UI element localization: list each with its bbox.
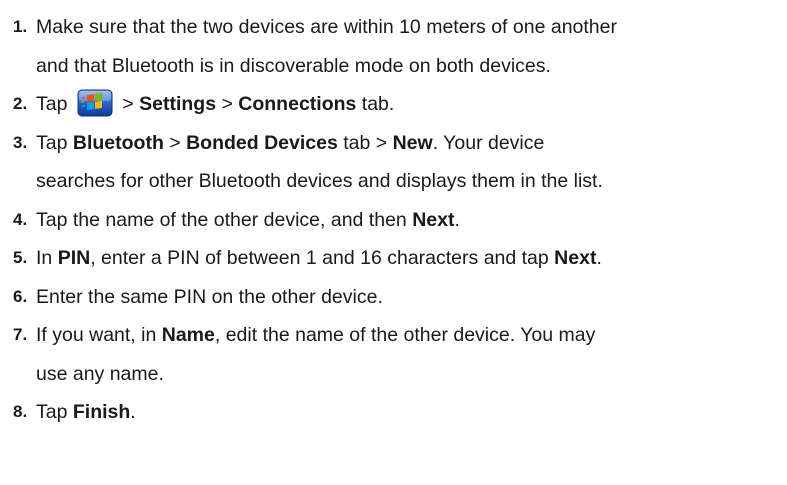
step-number: 4. (13, 209, 28, 229)
windows-start-icon (77, 89, 113, 117)
step-text: Tap (36, 93, 68, 115)
step-number: 1. (13, 17, 28, 36)
ui-term-next: Next (412, 208, 455, 231)
menu-path-settings: Settings (139, 93, 217, 115)
step-text: Enter the same PIN on the other device. (36, 285, 383, 308)
step-text: > (221, 93, 233, 115)
step-text: If you want, in (36, 324, 157, 346)
step-3: 3. Tap Bluetooth > Bonded Devices tab > … (13, 124, 787, 201)
step-text-line: Make sure that the two devices are withi… (36, 16, 617, 38)
step-text: , edit the name of the other device. You… (214, 324, 596, 346)
step-text: . Your device (432, 131, 545, 154)
menu-path-connections: Connections (238, 93, 357, 115)
menu-path-bonded-devices: Bonded Devices (186, 131, 338, 154)
step-6: 6. Enter the same PIN on the other devic… (13, 278, 787, 317)
step-number: 8. (13, 402, 28, 421)
step-text: Tap (36, 401, 68, 423)
ui-term-next: Next (554, 247, 597, 269)
step-2: 2. Tap > Settings > Connections tab. (13, 85, 787, 124)
step-text-line: and that Bluetooth is in discoverable mo… (36, 54, 551, 77)
step-number: 3. (13, 132, 28, 152)
step-text-line: If you want, in Name, edit the name of t… (36, 316, 787, 355)
step-number: 2. (13, 94, 28, 113)
instructions-list: 1. Make sure that the two devices are wi… (0, 0, 787, 485)
step-text: tab > (343, 131, 388, 154)
step-4: 4. Tap the name of the other device, and… (13, 201, 787, 240)
step-number: 6. (13, 286, 28, 306)
step-text: Tap the name of the other device, and th… (36, 208, 407, 231)
step-text: , enter a PIN of between 1 and 16 charac… (90, 247, 549, 269)
step-number: 5. (13, 248, 28, 267)
step-text-line: searches for other Bluetooth devices and… (36, 170, 603, 192)
step-number: 7. (13, 325, 28, 344)
step-5: 5. In PIN, enter a PIN of between 1 and … (13, 239, 787, 278)
step-text: Tap (36, 131, 68, 154)
step-text: . (454, 208, 460, 231)
menu-path-new: New (392, 131, 433, 154)
ui-term-pin: PIN (57, 247, 91, 269)
step-text: . (130, 401, 136, 423)
step-text: . (596, 247, 602, 269)
step-1: 1. Make sure that the two devices are wi… (13, 8, 787, 85)
step-text-line: use any name. (36, 362, 164, 385)
step-text: tab. (361, 93, 395, 115)
step-text: In (36, 247, 53, 269)
step-7: 7. If you want, in Name, edit the name o… (13, 316, 787, 393)
menu-path-bluetooth: Bluetooth (72, 131, 164, 154)
step-text-line: Tap Bluetooth > Bonded Devices tab > New… (36, 124, 787, 163)
ui-term-name: Name (161, 324, 215, 346)
step-text: > (169, 131, 181, 154)
ui-term-finish: Finish (72, 401, 131, 423)
step-text: > (122, 93, 134, 115)
step-8: 8. Tap Finish. (13, 393, 787, 432)
